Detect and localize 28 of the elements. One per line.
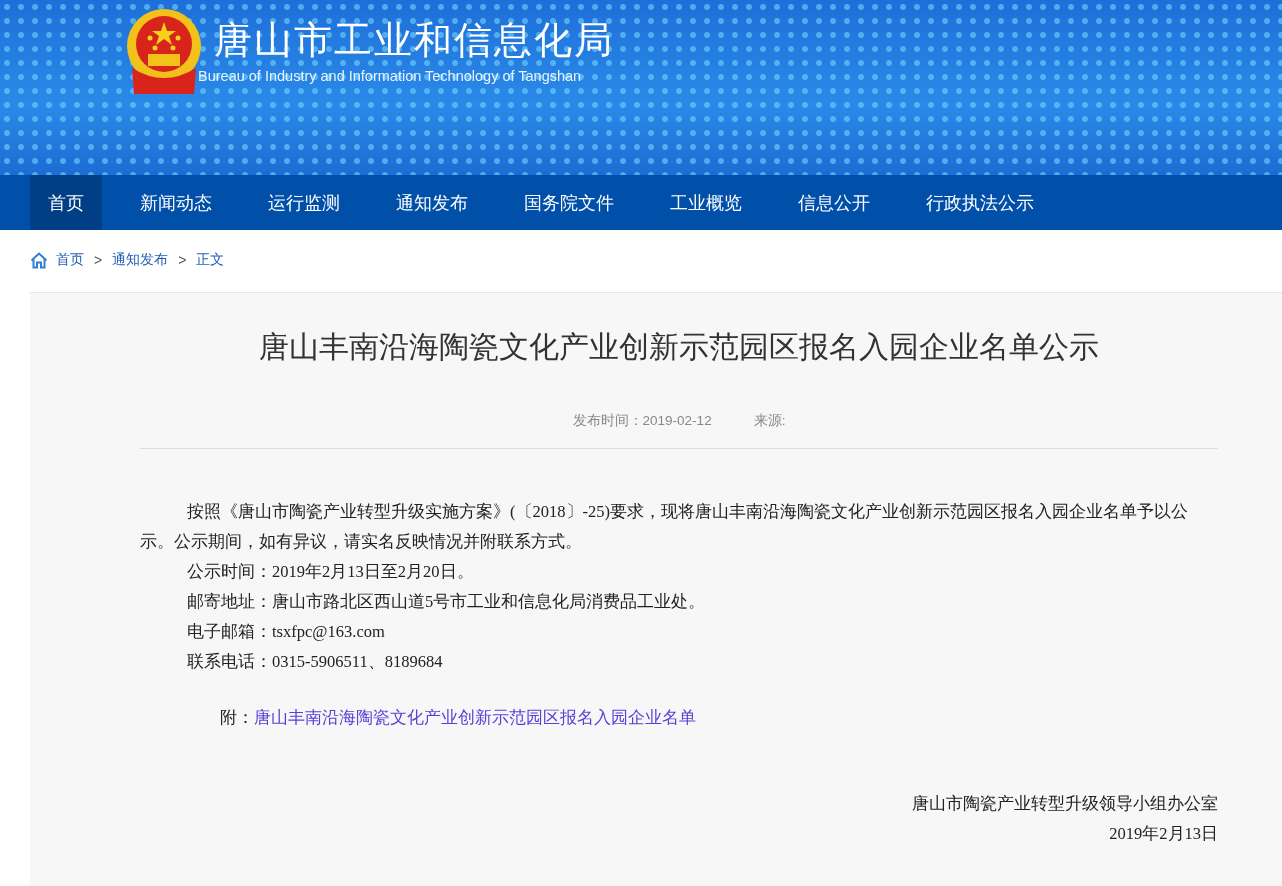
nav-item[interactable]: 信息公开 — [780, 175, 888, 230]
body-paragraph: 邮寄地址：唐山市路北区西山道5号市工业和信息化局消费品工业处。 — [186, 591, 707, 613]
nav-item[interactable]: 运行监测 — [250, 175, 358, 230]
breadcrumb-link[interactable]: 正文 — [196, 251, 225, 269]
nav-item[interactable]: 行政执法公示 — [908, 175, 1052, 230]
attachment-link[interactable]: 唐山丰南沿海陶瓷文化产业创新示范园区报名入园企业名单 — [254, 703, 696, 733]
signature-line: 2019年2月13日 — [1109, 823, 1218, 845]
body-paragraph: 公示时间：2019年2月13日至2月20日。 — [186, 561, 475, 583]
site-title: 唐山市工业和信息化局 — [214, 18, 614, 63]
nav-item[interactable]: 新闻动态 — [122, 175, 230, 230]
nav-item[interactable]: 通知发布 — [378, 175, 486, 230]
breadcrumb-link[interactable]: 首页 — [56, 251, 84, 269]
publish-time: 发布时间：2019-02-12 — [572, 412, 712, 430]
signature-line: 唐山市陶瓷产业转型升级领导小组办公室 — [912, 793, 1218, 815]
body-paragraph: 联系电话：0315-5906511、8189684 — [186, 651, 444, 673]
source-label: 来源: — [753, 412, 786, 430]
attachment-label: 附： — [220, 707, 254, 729]
nav-item[interactable]: 国务院文件 — [506, 175, 632, 230]
body-paragraph: 按照《唐山市陶瓷产业转型升级实施方案》(〔2018〕-25)要求，现将唐山丰南沿海陶瓷文化产业创新示范园区报名入园企业名单予以公示。公示期间，如有异议，请实名反映情况并附联系方式。 — [140, 501, 1189, 553]
home-icon[interactable] — [30, 251, 48, 269]
site-subtitle: Bureau of Industry and Information Technology of Tangshan — [198, 68, 583, 84]
body-paragraph: 电子邮箱：tsxfpc@163.com — [186, 621, 386, 643]
nav-item[interactable]: 首页 — [30, 175, 102, 230]
article-title: 唐山丰南沿海陶瓷文化产业创新示范园区报名入园企业名单公示 — [258, 329, 1100, 365]
breadcrumb-separator: > — [178, 252, 187, 268]
breadcrumb-separator: > — [94, 252, 103, 268]
breadcrumb-link[interactable]: 通知发布 — [112, 251, 169, 269]
nav-item[interactable]: 工业概览 — [652, 175, 760, 230]
